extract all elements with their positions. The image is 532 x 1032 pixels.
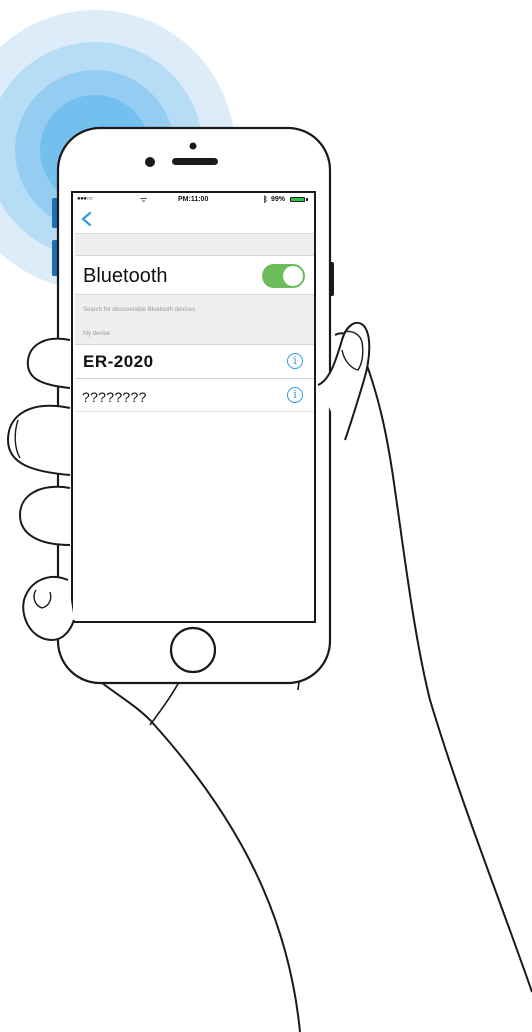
device-row[interactable]: ???????? i [75, 378, 314, 412]
home-button [169, 626, 217, 674]
bluetooth-icon: ᛒ [263, 195, 268, 204]
status-time: PM:11:00 [178, 196, 209, 203]
my-device-header: My device [83, 331, 111, 337]
info-icon[interactable]: i [287, 353, 303, 369]
navigation-bar [75, 206, 314, 233]
device-name: ???????? [82, 389, 147, 405]
battery-percentage: 99% [271, 196, 286, 203]
toggle-knob [283, 266, 303, 286]
hand-outline [87, 669, 301, 1032]
info-icon[interactable]: i [287, 387, 303, 403]
status-bar: ●●●○○ ᯤ PM:11:00 ᛒ 99% [75, 193, 314, 206]
back-chevron-icon[interactable] [80, 211, 94, 227]
bluetooth-info-area: Search for discoverable Bluetooth device… [75, 295, 314, 344]
search-hint-text: Search for discoverable Bluetooth device… [83, 307, 196, 313]
signal-strength-icon: ●●●○○ [77, 196, 93, 202]
device-row[interactable]: ER-2020 i [75, 344, 314, 378]
bluetooth-label: Bluetooth [83, 265, 168, 287]
bluetooth-toggle[interactable] [262, 264, 305, 288]
section-spacer [75, 233, 314, 255]
device-name: ER-2020 [83, 352, 154, 371]
phone-screen: ●●●○○ ᯤ PM:11:00 ᛒ 99% Bluetooth Search … [75, 193, 314, 620]
wifi-icon: ᯤ [140, 195, 148, 204]
bluetooth-toggle-row: Bluetooth [75, 255, 314, 295]
battery-icon [290, 197, 305, 202]
